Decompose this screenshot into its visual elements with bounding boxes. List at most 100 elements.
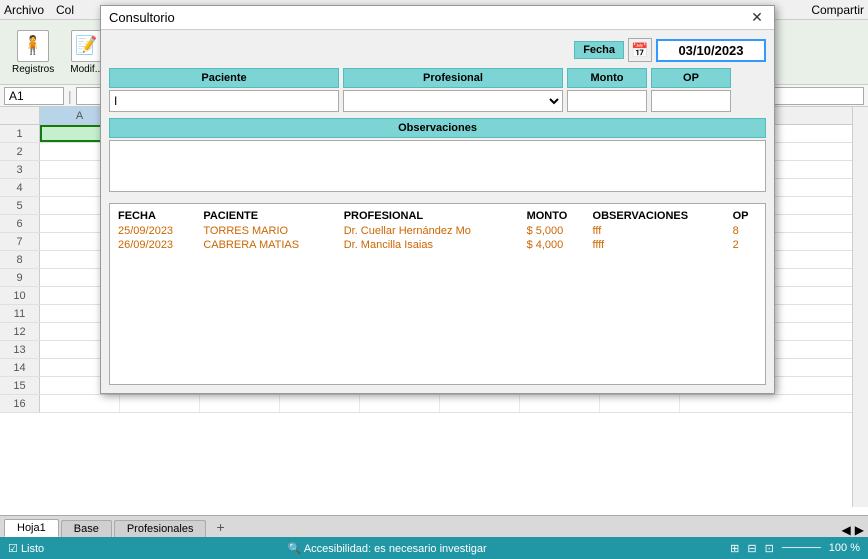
table-cell-observaciones: fff [589,224,729,238]
row-num-1: 1 [0,125,40,142]
th-observaciones: OBSERVACIONES [589,208,729,224]
empty-cell [523,268,589,284]
empty-cell [340,300,523,316]
cell-B16[interactable] [120,395,200,412]
date-input[interactable] [656,39,766,62]
th-paciente: PACIENTE [199,208,339,224]
accessibility-text: 🔍 Accesibilidad: es necesario investigar [288,542,487,555]
dialog-close-btn[interactable]: ✕ [748,9,766,27]
empty-cell [340,316,523,332]
empty-cell [589,316,729,332]
empty-cell [729,348,761,364]
scroll-right[interactable] [852,107,868,507]
monto-header: Monto [567,68,647,88]
empty-cell [199,364,339,380]
tab-base[interactable]: Base [61,520,112,537]
table-cell-profesional: Dr. Cuellar Hernández Mo [340,224,523,238]
table-row[interactable]: 26/09/2023CABRERA MATIASDr. Mancilla Isa… [114,238,761,252]
empty-cell [114,348,199,364]
row-num-5: 5 [0,197,40,214]
consultorio-dialog[interactable]: Consultorio ✕ Fecha 📅 Paciente Profesion… [100,5,775,394]
cell-H16[interactable] [600,395,680,412]
cell-A16[interactable] [40,395,120,412]
cell-F16[interactable] [440,395,520,412]
th-monto: MONTO [523,208,589,224]
empty-cell [729,268,761,284]
empty-cell [199,252,339,268]
share-label: Compartir [811,3,864,17]
cell-G16[interactable] [520,395,600,412]
empty-cell [523,364,589,380]
menu-archivo[interactable]: Archivo [4,3,44,17]
view-page-icon[interactable]: ⊟ [747,542,756,555]
view-normal-icon[interactable]: ⊞ [730,542,739,555]
empty-cell [340,268,523,284]
monto-input[interactable] [567,90,647,112]
paciente-header: Paciente [109,68,339,88]
tab-scroll-right[interactable]: ▶ [855,523,864,537]
share-icon-area[interactable]: Compartir [811,3,864,17]
paciente-input[interactable] [109,90,339,112]
table-row[interactable]: 25/09/2023TORRES MARIODr. Cuellar Hernán… [114,224,761,238]
profesional-select[interactable] [343,90,563,112]
empty-cell [114,332,199,348]
empty-cell [199,300,339,316]
op-input[interactable] [651,90,731,112]
view-preview-icon[interactable]: ⊡ [765,542,774,555]
empty-cell [340,348,523,364]
date-row: Fecha 📅 [109,38,766,62]
menu-col[interactable]: Col [56,3,74,17]
table-row-empty [114,268,761,284]
zoom-slider[interactable]: ───── [782,542,821,554]
row-num-6: 6 [0,215,40,232]
empty-cell [523,284,589,300]
form-inputs [109,90,766,112]
empty-cell [589,268,729,284]
th-profesional: PROFESIONAL [340,208,523,224]
form-headers: Paciente Profesional Monto OP [109,68,766,88]
cell-D16[interactable] [280,395,360,412]
table-cell-profesional: Dr. Mancilla Isaias [340,238,523,252]
observaciones-textarea[interactable] [109,140,766,192]
empty-cell [589,332,729,348]
zoom-level: 100 % [829,542,860,554]
tab-profesionales[interactable]: Profesionales [114,520,207,537]
dialog-body: Fecha 📅 Paciente Profesional Monto OP [101,30,774,393]
empty-cell [114,268,199,284]
empty-cell [589,284,729,300]
th-fecha: FECHA [114,208,199,224]
data-table-container: FECHA PACIENTE PROFESIONAL MONTO OBSERVA… [109,203,766,385]
empty-cell [729,284,761,300]
table-cell-fecha: 26/09/2023 [114,238,199,252]
dialog-titlebar: Consultorio ✕ [101,6,774,30]
th-op: OP [729,208,761,224]
table-row-empty [114,348,761,364]
cell-E16[interactable] [360,395,440,412]
row-num-2: 2 [0,143,40,160]
table-row-empty [114,364,761,380]
status-text: Listo [21,543,44,555]
table-cell-monto: $ 4,000 [523,238,589,252]
tab-add-btn[interactable]: + [208,517,232,537]
empty-cell [523,332,589,348]
tab-hoja1[interactable]: Hoja1 [4,519,59,537]
tab-scroll-left[interactable]: ◀ [842,523,851,537]
empty-cell [114,284,199,300]
empty-cell [589,300,729,316]
calendar-btn[interactable]: 📅 [628,38,652,62]
registros-icon: 🧍 [17,30,49,62]
dialog-title: Consultorio [109,10,175,25]
row-num-15: 15 [0,377,40,394]
empty-cell [114,300,199,316]
table-cell-paciente: TORRES MARIO [199,224,339,238]
row-num-12: 12 [0,323,40,340]
empty-cell [340,364,523,380]
excel-statusbar: ☑ Listo 🔍 Accesibilidad: es necesario in… [0,537,868,559]
row-num-10: 10 [0,287,40,304]
ribbon-registros-btn[interactable]: 🧍 Registros [8,28,58,77]
cell-name-input[interactable] [4,87,64,105]
empty-cell [114,364,199,380]
cell-C16[interactable] [200,395,280,412]
table-cell-observaciones: ffff [589,238,729,252]
profesional-select-wrap[interactable] [343,90,563,112]
